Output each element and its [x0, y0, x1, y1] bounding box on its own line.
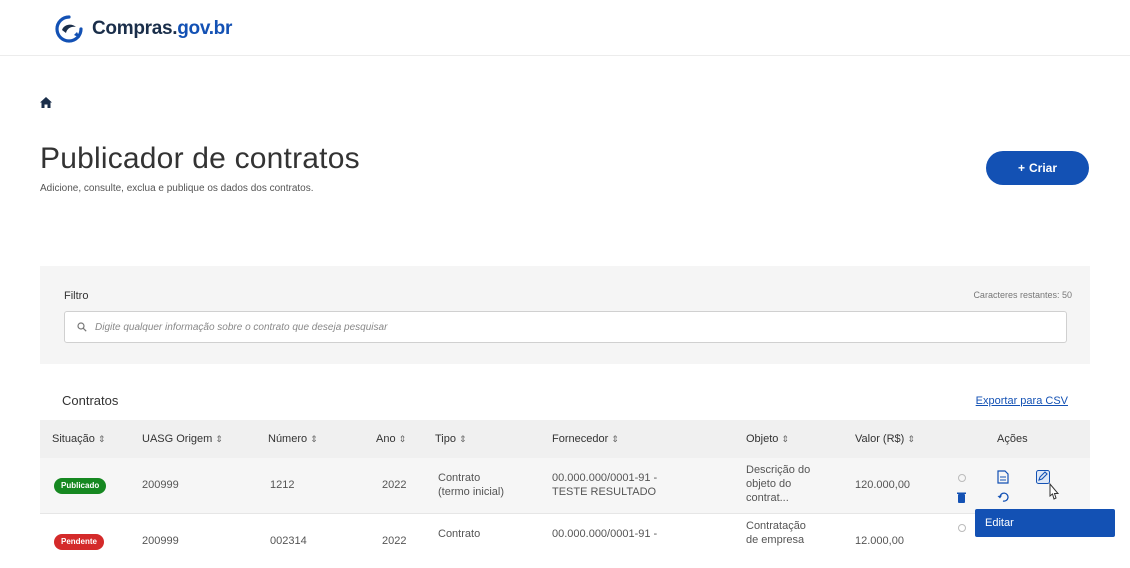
column-header-uasg[interactable]: UASG Origem ⇕	[142, 433, 223, 445]
column-header-valor[interactable]: Valor (R$) ⇕	[855, 433, 915, 445]
tipo-cell: Contrato	[438, 528, 481, 540]
top-header: Compras.gov.br	[0, 0, 1130, 56]
numero-cell: 1212	[270, 479, 295, 491]
table-header: Situação ⇕ UASG Origem ⇕ Número ⇕ Ano ⇕ Tipo…	[40, 420, 1090, 458]
column-header-fornecedor[interactable]: Fornecedor ⇕	[552, 433, 619, 445]
page-subtitle: Adicione, consulte, exclua e publique os…	[40, 183, 314, 194]
uasg-cell: 200999	[142, 479, 179, 491]
contracts-table: Situação ⇕ UASG Origem ⇕ Número ⇕ Ano ⇕ Tipo…	[40, 420, 1090, 568]
breadcrumb-home-icon[interactable]	[40, 95, 52, 113]
valor-cell: 120.000,00	[855, 479, 911, 491]
column-header-objeto[interactable]: Objeto ⇕	[746, 433, 789, 445]
column-header-tipo[interactable]: Tipo ⇕	[435, 433, 467, 445]
sort-icon: ⇕	[97, 434, 106, 444]
edit-tooltip: Editar	[975, 509, 1115, 537]
search-icon	[77, 322, 87, 332]
status-badge: Pendente	[54, 534, 105, 550]
fornecedor-cell: 00.000.000/0001-91 - TESTE RESULTADO	[552, 472, 658, 498]
plus-icon: +	[1017, 161, 1025, 175]
sort-icon: ⇕	[398, 434, 407, 444]
chars-remaining: Caracteres restantes: 50	[973, 290, 1072, 300]
column-header-situacao[interactable]: Situação ⇕	[52, 433, 105, 445]
objeto-cell: Descrição do objeto do contrat...	[746, 464, 811, 504]
filter-label: Filtro	[64, 290, 89, 302]
search-box[interactable]	[64, 311, 1067, 343]
sort-icon: ⇕	[459, 434, 467, 444]
ano-cell: 2022	[382, 535, 407, 547]
ano-cell: 2022	[382, 479, 407, 491]
table-row: Pendente 200999 002314 2022 Contrato 00.…	[40, 514, 1090, 568]
search-input[interactable]	[95, 321, 995, 333]
logo-text: Compras.gov.br	[92, 18, 233, 39]
column-header-ano[interactable]: Ano ⇕	[376, 433, 406, 445]
status-badge: Publicado	[54, 478, 107, 494]
column-header-numero[interactable]: Número ⇕	[268, 433, 318, 445]
edit-icon[interactable]	[1036, 470, 1050, 484]
sort-icon: ⇕	[310, 434, 318, 444]
table-row: Publicado 200999 1212 2022 Contrato (term…	[40, 458, 1090, 514]
objeto-cell: Contratação de empresa	[746, 520, 806, 546]
numero-cell: 002314	[270, 535, 307, 547]
sort-icon: ⇕	[907, 434, 915, 444]
compras-logo-icon	[55, 15, 83, 43]
uasg-cell: 200999	[142, 535, 179, 547]
sort-icon: ⇕	[781, 434, 789, 444]
radio-icon[interactable]	[957, 473, 967, 483]
trash-icon[interactable]	[957, 492, 966, 503]
fornecedor-cell: 00.000.000/0001-91 -	[552, 528, 658, 540]
document-icon[interactable]	[997, 470, 1009, 484]
mouse-cursor-icon	[1049, 483, 1060, 500]
export-csv-link[interactable]: Exportar para CSV	[976, 395, 1068, 407]
create-button-label: Criar	[1029, 161, 1058, 175]
filter-panel: Filtro Caracteres restantes: 50	[40, 266, 1090, 364]
history-icon[interactable]	[997, 492, 1009, 502]
compras-logo[interactable]: Compras.gov.br	[52, 14, 232, 44]
create-button[interactable]: + Criar	[986, 151, 1089, 185]
column-header-acoes: Ações	[997, 433, 1028, 445]
sort-icon: ⇕	[215, 434, 223, 444]
page-title: Publicador de contratos	[40, 142, 360, 175]
radio-icon[interactable]	[957, 523, 967, 533]
valor-cell: 12.000,00	[855, 535, 904, 547]
contracts-title: Contratos	[62, 393, 119, 408]
tipo-cell: Contrato (termo inicial)	[438, 472, 505, 498]
sort-icon: ⇕	[611, 434, 619, 444]
